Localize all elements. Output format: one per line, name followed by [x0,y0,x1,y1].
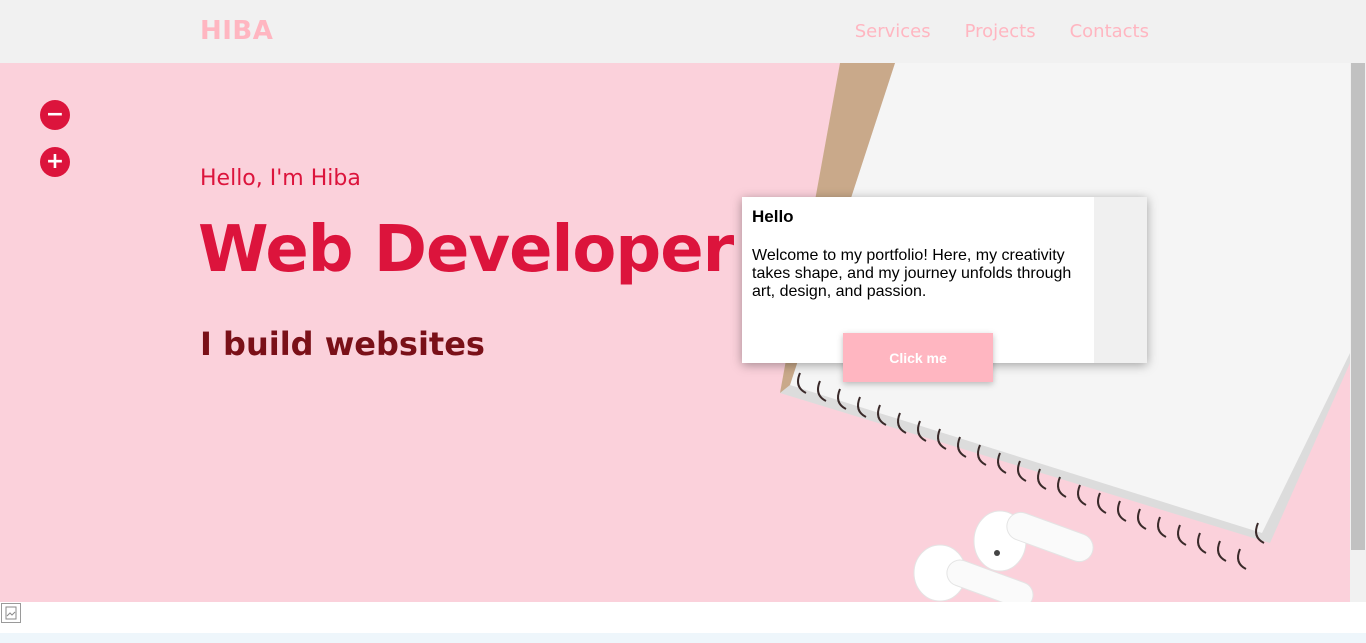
hero-section: − + Hello, I'm Hiba Web Developer I buil… [0,63,1350,602]
click-me-button[interactable]: Click me [843,333,993,382]
nav-projects[interactable]: Projects [965,21,1036,42]
broken-image-icon [1,603,21,623]
zoom-out-button[interactable]: − [40,100,70,130]
minus-icon: − [45,102,65,127]
site-logo[interactable]: HIBA [200,16,273,46]
scrollbar-thumb[interactable] [1351,63,1365,550]
earbuds-illustration [913,510,1094,602]
hero-headline: Web Developer [198,213,734,287]
popup-title: Hello [752,207,794,226]
zoom-in-button[interactable]: + [40,147,70,177]
page-bottom-strip [0,633,1366,643]
popup-text: Welcome to my portfolio! Here, my creati… [752,247,1072,300]
top-navbar: HIBA Services Projects Contacts [0,0,1366,63]
hero-greeting: Hello, I'm Hiba [200,166,361,191]
main-nav: Services Projects Contacts [855,21,1149,42]
nav-services[interactable]: Services [855,21,931,42]
nav-contacts[interactable]: Contacts [1070,21,1149,42]
hero-subline: I build websites [200,325,485,363]
plus-icon: + [45,149,65,174]
